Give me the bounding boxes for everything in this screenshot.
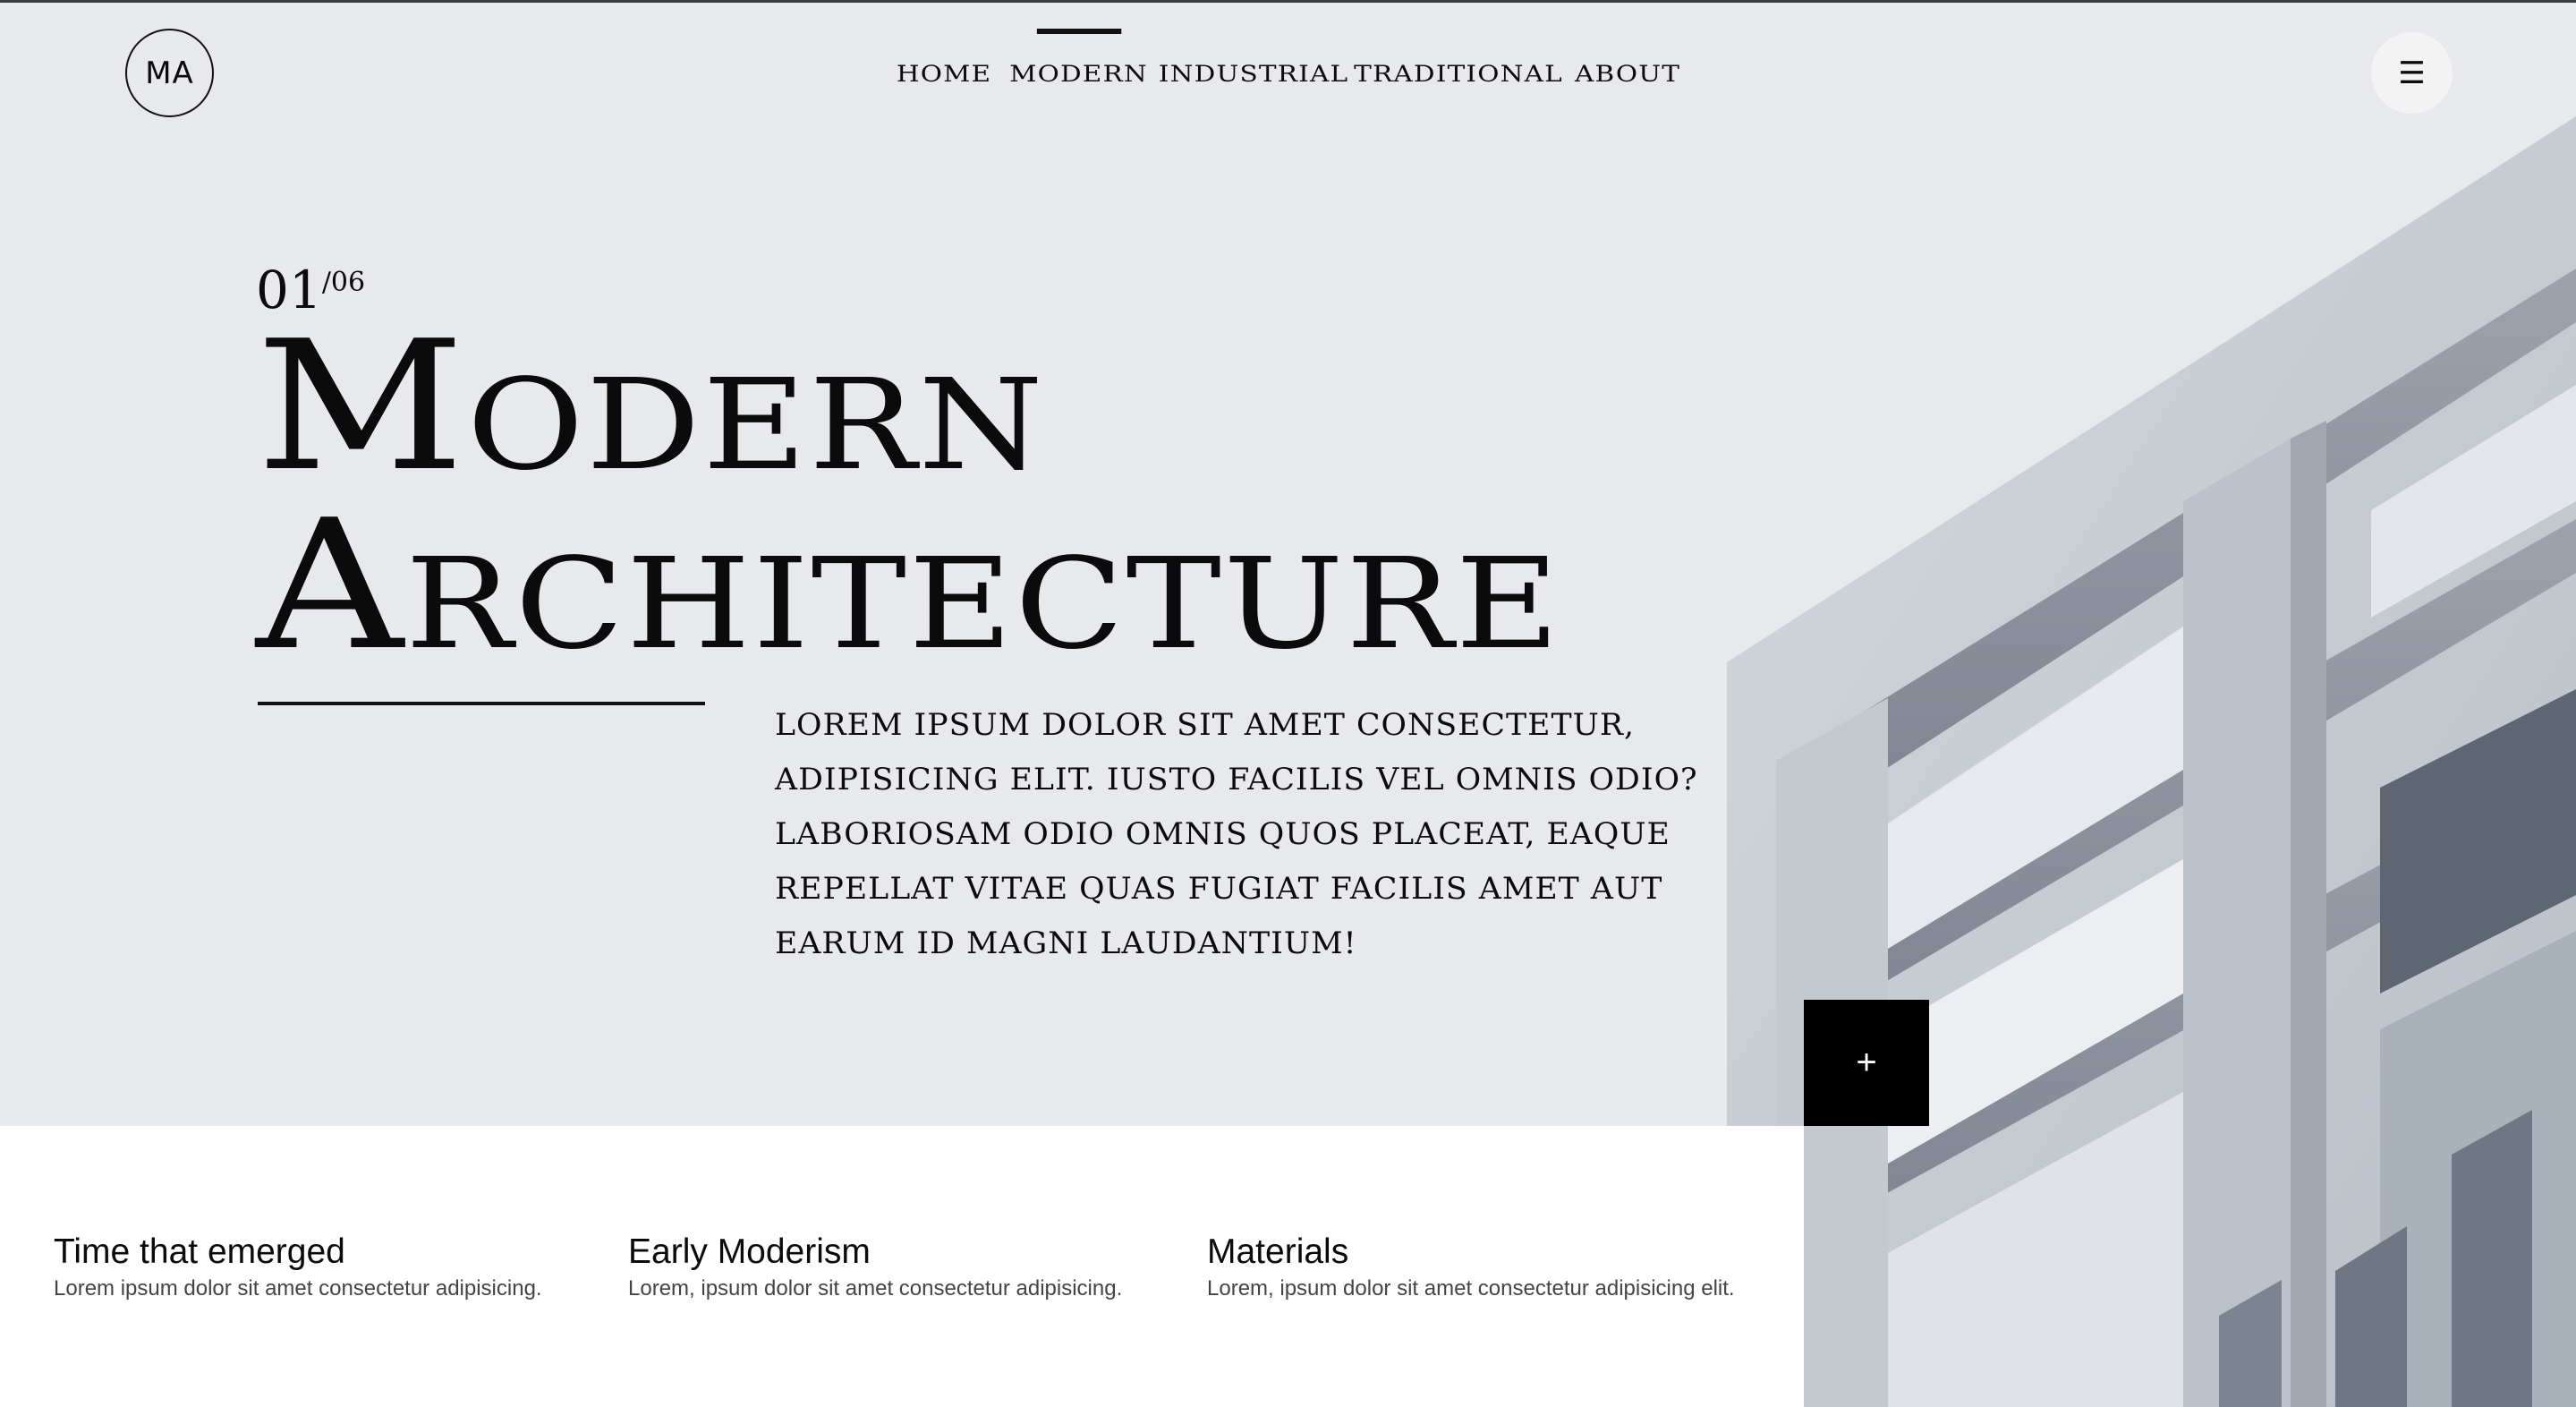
nav-about[interactable]: ABOUT bbox=[1575, 61, 1680, 87]
nav-modern[interactable]: MODERN bbox=[1009, 61, 1148, 87]
feature-title: Materials bbox=[1207, 1232, 1349, 1271]
feature-text: Lorem, ipsum dolor sit amet consectetur … bbox=[1207, 1276, 1735, 1300]
divider bbox=[258, 702, 705, 705]
nav-home[interactable]: HOME bbox=[897, 61, 991, 87]
counter-total: /06 bbox=[321, 267, 366, 298]
features-section: Time that emerged Lorem ipsum dolor sit … bbox=[0, 1126, 1804, 1407]
feature-title: Early Moderism bbox=[628, 1232, 871, 1271]
nav-industrial[interactable]: INDUSTRIAL bbox=[1159, 61, 1348, 87]
nav-traditional[interactable]: TRADITIONAL bbox=[1354, 61, 1563, 87]
menu-button[interactable]: ☰ bbox=[2371, 32, 2453, 114]
page: MA HOME MODERN INDUSTRIAL TRADITIONAL AB… bbox=[0, 0, 2576, 1407]
title-line-2: Architecture bbox=[256, 482, 1562, 690]
feature-title: Time that emerged bbox=[54, 1232, 345, 1271]
feature-text: Lorem, ipsum dolor sit amet consectetur … bbox=[628, 1276, 1123, 1300]
expand-button[interactable]: + bbox=[1804, 1000, 1929, 1126]
title-line-1: Modern bbox=[256, 303, 1046, 511]
page-title: Modern Architecture bbox=[256, 318, 1561, 676]
feature-early-moderism: Early Moderism Lorem, ipsum dolor sit am… bbox=[628, 1232, 1122, 1301]
hero-description: Lorem ipsum dolor sit amet consectetur, … bbox=[775, 707, 1698, 961]
feature-time-that-emerged: Time that emerged Lorem ipsum dolor sit … bbox=[54, 1232, 542, 1301]
plus-icon: + bbox=[1856, 1043, 1877, 1082]
feature-text: Lorem ipsum dolor sit amet consectetur a… bbox=[54, 1276, 542, 1300]
feature-materials: Materials Lorem, ipsum dolor sit amet co… bbox=[1207, 1232, 1735, 1301]
main-nav: HOME MODERN INDUSTRIAL TRADITIONAL ABOUT bbox=[0, 55, 2576, 91]
hamburger-icon: ☰ bbox=[2398, 55, 2426, 90]
